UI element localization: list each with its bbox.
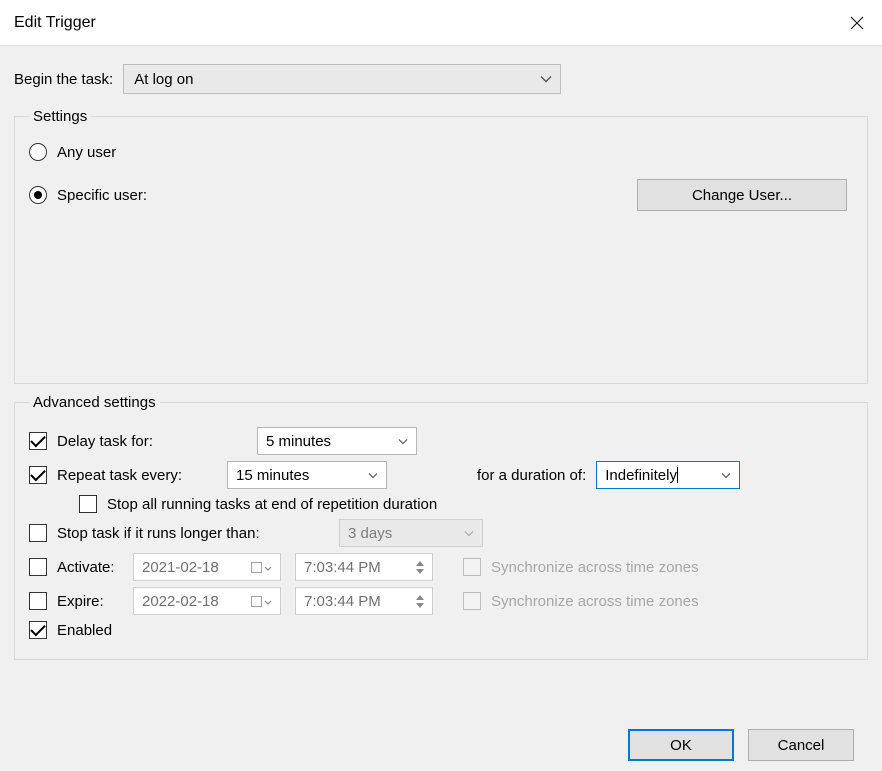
stop-if-label: Stop task if it runs longer than:	[57, 525, 323, 542]
delay-checkbox[interactable]	[29, 432, 47, 450]
dialog-content: Begin the task: At log on Settings Any u…	[0, 46, 882, 771]
repeat-checkbox[interactable]	[29, 466, 47, 484]
close-button[interactable]	[832, 0, 882, 46]
activate-label: Activate:	[57, 559, 133, 576]
duration-label: for a duration of:	[477, 467, 586, 484]
dialog-footer: OK Cancel	[14, 719, 868, 761]
chevron-down-icon	[368, 467, 378, 484]
repeat-combo[interactable]: 15 minutes	[227, 461, 387, 489]
enabled-label: Enabled	[57, 622, 112, 639]
window-title: Edit Trigger	[14, 14, 96, 32]
ok-button[interactable]: OK	[628, 729, 734, 761]
any-user-label: Any user	[57, 144, 116, 161]
titlebar: Edit Trigger	[0, 0, 882, 46]
chevron-down-icon	[264, 559, 272, 576]
chevron-down-icon	[398, 433, 408, 450]
any-user-radio[interactable]	[29, 143, 47, 161]
advanced-settings-group: Advanced settings Delay task for: 5 minu…	[14, 394, 868, 660]
specific-user-radio[interactable]	[29, 186, 47, 204]
activate-sync-checkbox	[463, 558, 481, 576]
text-caret	[677, 467, 678, 483]
specific-user-label: Specific user:	[57, 187, 147, 204]
calendar-icon	[251, 562, 262, 573]
chevron-down-icon	[464, 525, 474, 542]
begin-task-label: Begin the task:	[14, 71, 113, 88]
chevron-down-icon	[264, 593, 272, 610]
repeat-label: Repeat task every:	[57, 467, 209, 484]
enabled-checkbox[interactable]	[29, 621, 47, 639]
activate-date-input[interactable]: 2021-02-18	[133, 553, 281, 581]
stop-all-label: Stop all running tasks at end of repetit…	[107, 496, 437, 513]
delay-combo[interactable]: 5 minutes	[257, 427, 417, 455]
calendar-icon	[251, 596, 262, 607]
stop-if-checkbox[interactable]	[29, 524, 47, 542]
stop-all-checkbox[interactable]	[79, 495, 97, 513]
expire-sync-label: Synchronize across time zones	[491, 593, 699, 610]
duration-combo[interactable]: Indefinitely	[596, 461, 740, 489]
time-spinner[interactable]	[416, 561, 424, 574]
spinner-up-icon[interactable]	[416, 595, 424, 600]
edit-trigger-dialog: Edit Trigger Begin the task: At log on S…	[0, 0, 882, 771]
expire-label: Expire:	[57, 593, 133, 610]
expire-date-input[interactable]: 2022-02-18	[133, 587, 281, 615]
settings-group: Settings Any user Specific user: Change …	[14, 108, 868, 384]
cancel-button[interactable]: Cancel	[748, 729, 854, 761]
chevron-down-icon	[540, 71, 552, 88]
begin-task-select[interactable]: At log on	[123, 64, 561, 94]
spinner-down-icon[interactable]	[416, 603, 424, 608]
specific-user-radio-row[interactable]: Specific user:	[29, 186, 147, 204]
chevron-down-icon	[721, 467, 731, 484]
expire-sync-checkbox	[463, 592, 481, 610]
settings-legend: Settings	[29, 108, 91, 125]
stop-if-combo: 3 days	[339, 519, 483, 547]
time-spinner[interactable]	[416, 595, 424, 608]
any-user-radio-row[interactable]: Any user	[29, 143, 853, 161]
spinner-down-icon[interactable]	[416, 569, 424, 574]
spinner-up-icon[interactable]	[416, 561, 424, 566]
expire-checkbox[interactable]	[29, 592, 47, 610]
expire-time-input[interactable]: 7:03:44 PM	[295, 587, 433, 615]
advanced-legend: Advanced settings	[29, 394, 160, 411]
activate-sync-label: Synchronize across time zones	[491, 559, 699, 576]
delay-label: Delay task for:	[57, 433, 209, 450]
begin-task-value: At log on	[134, 71, 193, 88]
activate-checkbox[interactable]	[29, 558, 47, 576]
change-user-button[interactable]: Change User...	[637, 179, 847, 211]
activate-time-input[interactable]: 7:03:44 PM	[295, 553, 433, 581]
